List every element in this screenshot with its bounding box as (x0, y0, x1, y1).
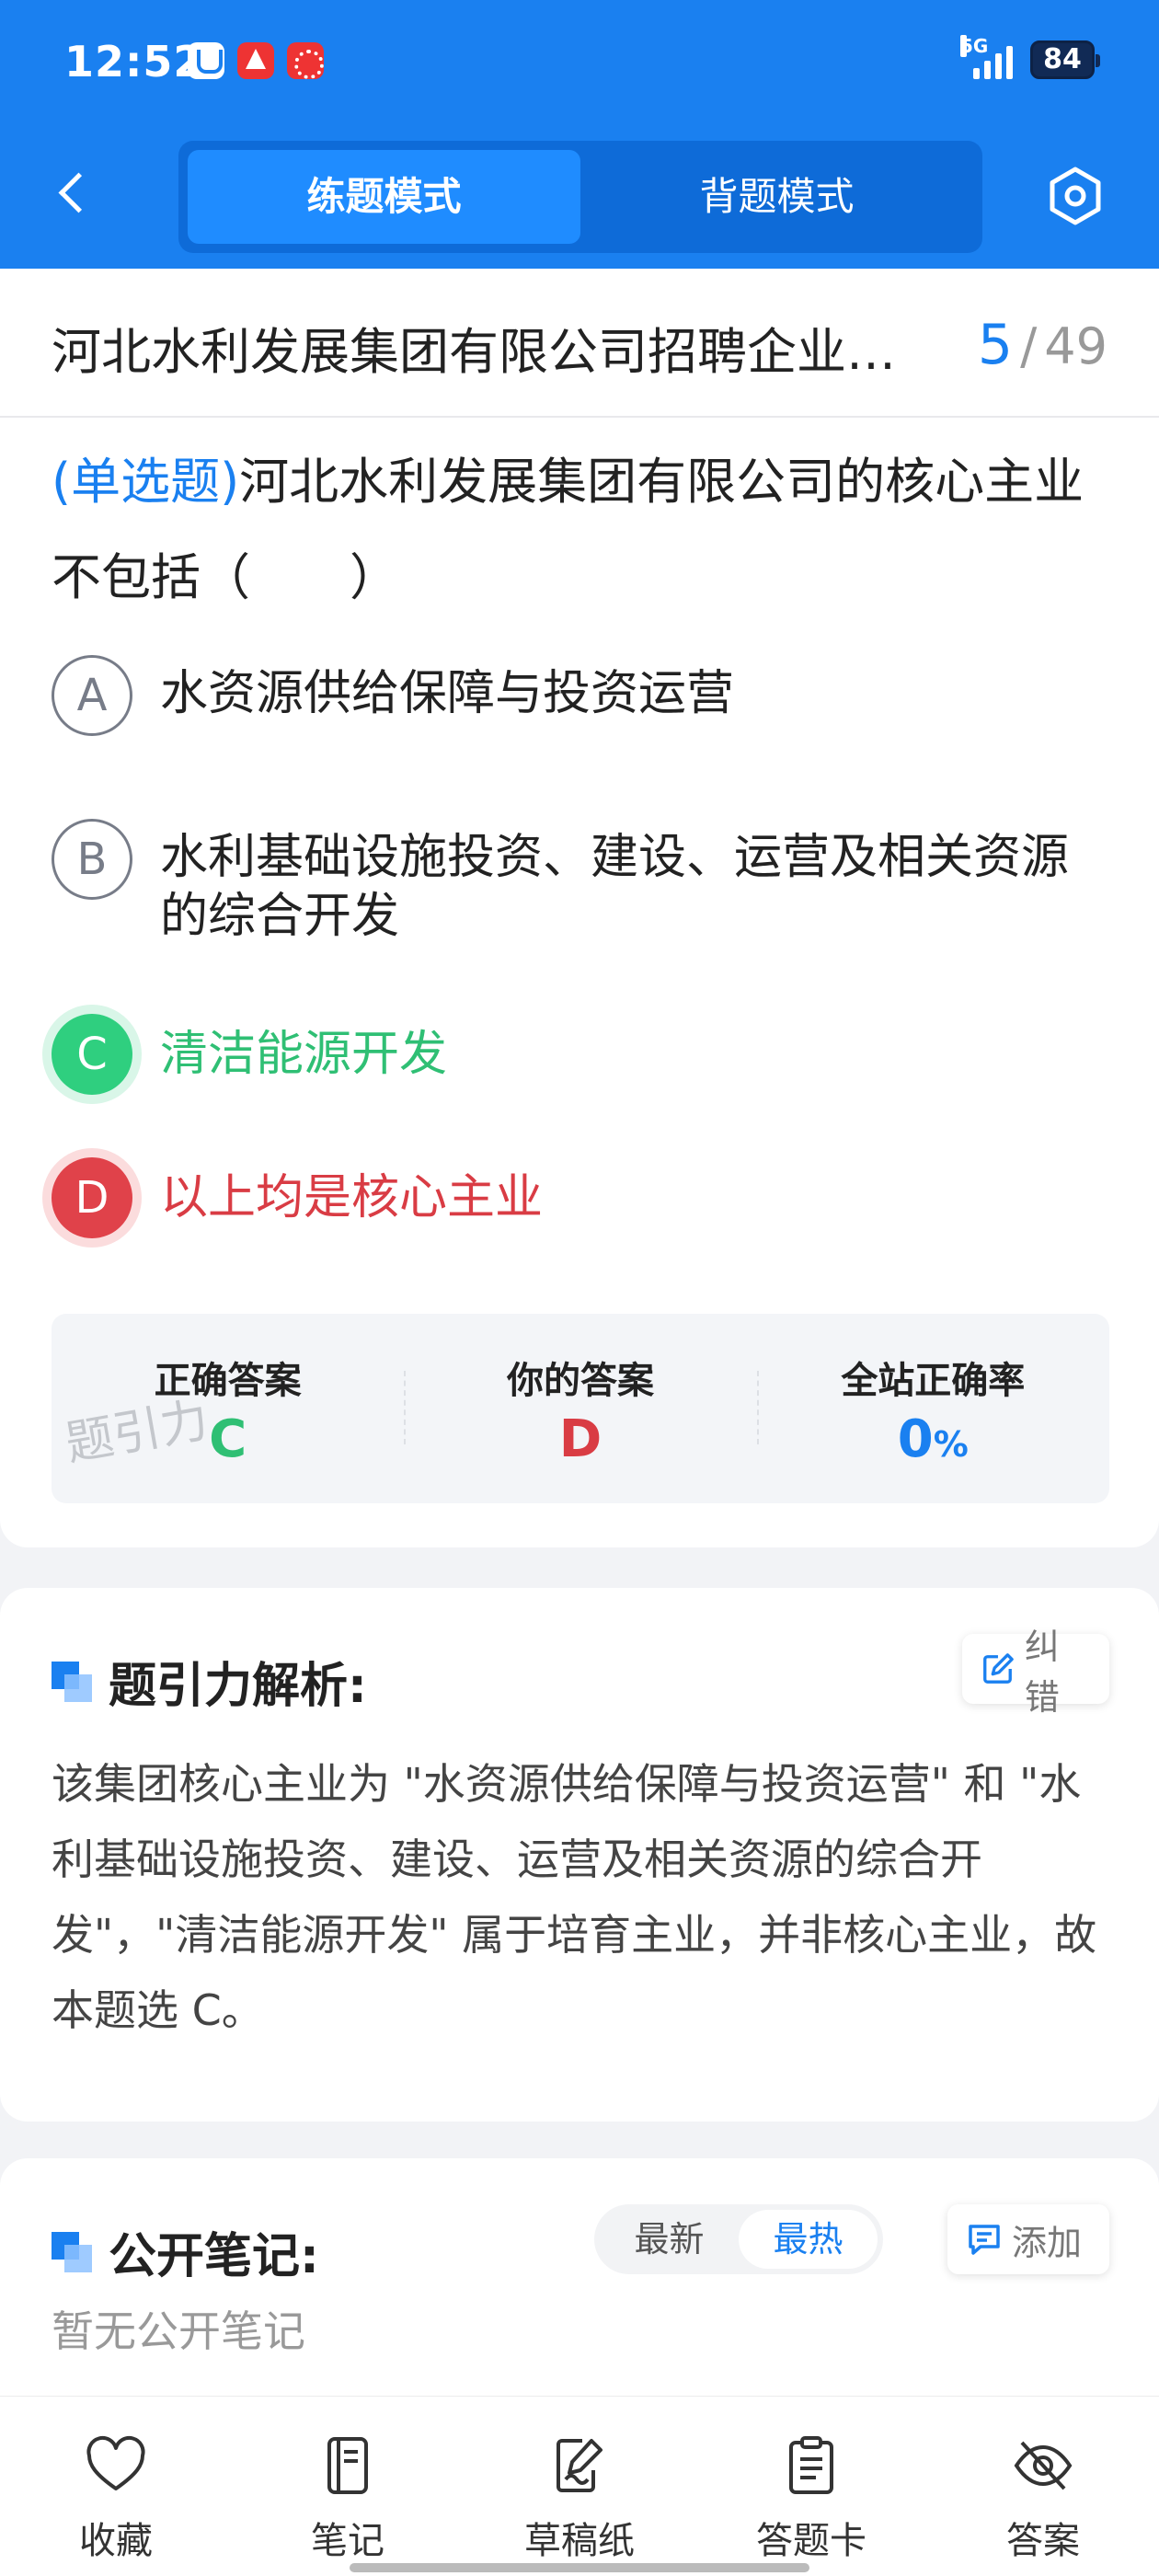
show-answer-label: 答案 (1006, 2520, 1080, 2562)
report-error-button[interactable]: 纠错 (962, 1627, 1109, 1718)
accuracy-rate-stat: 全站正确率 0% (756, 1314, 1109, 1503)
draft-icon (557, 2439, 602, 2492)
network-label: 5G (960, 35, 989, 57)
eye-off-icon (1014, 2441, 1073, 2490)
analysis-card: 题引力解析: 纠错 该集团核心主业为 "水资源供给保障与投资运营" 和 "水利基… (0, 1588, 1159, 2122)
correct-answer-label: 正确答案 (154, 1360, 302, 1402)
status-time: 12:52 (64, 37, 204, 86)
paper-header: 河北水利发展集团有限公司招聘企业… 5/49 (0, 269, 1159, 418)
add-note-button[interactable]: 添加 (947, 2204, 1109, 2274)
option-c[interactable]: C 清洁能源开发 (52, 1014, 1109, 1095)
notes-button[interactable]: 笔记 (232, 2397, 464, 2576)
paper-title[interactable]: 河北水利发展集团有限公司招聘企业… (52, 311, 962, 384)
bottom-action-bar: 收藏 笔记 草稿纸 答题卡 答案 (0, 2396, 1159, 2576)
signal-icon: 5G (960, 35, 1016, 79)
gear-icon (1050, 167, 1101, 225)
option-a[interactable]: A 水资源供给保障与投资运营 (52, 655, 1109, 736)
your-answer-label: 你的答案 (506, 1360, 654, 1402)
app-notification-icon (188, 42, 224, 79)
notebook-icon (327, 2437, 368, 2494)
heart-icon (86, 2435, 145, 2490)
accuracy-rate-number: 0 (897, 1409, 934, 1469)
answer-result-panel: 正确答案 C 你的答案 D 全站正确率 0% (52, 1314, 1109, 1503)
top-bar: 12:52 5G 84 练题模式 背题模式 (0, 0, 1159, 269)
question-stem: (单选题)河北水利发展集团有限公司的核心主业不包括（ ） (52, 434, 1109, 626)
back-button[interactable] (46, 160, 101, 234)
option-text: 清洁能源开发 (160, 1027, 448, 1082)
option-text: 水利基础设施投资、建设、运营及相关资源的综合开发 (160, 830, 1070, 944)
sort-hottest-tab[interactable]: 最热 (739, 2210, 878, 2269)
home-indicator[interactable] (350, 2563, 809, 2572)
current-question-number: 5 (977, 313, 1014, 377)
draft-paper-label: 草稿纸 (524, 2520, 635, 2562)
analysis-title: 题引力解析: (52, 1647, 367, 1716)
clipboard-icon (789, 2436, 833, 2494)
option-letter: B (52, 819, 132, 900)
sort-newest-tab[interactable]: 最新 (600, 2210, 739, 2269)
show-answer-button[interactable]: 答案 (927, 2397, 1159, 2576)
question-card: 河北水利发展集团有限公司招聘企业… 5/49 (单选题)河北水利发展集团有限公司… (0, 269, 1159, 1547)
app-notification-icon (237, 42, 274, 79)
report-error-label: 纠错 (1024, 1627, 1060, 1718)
comment-add-icon (969, 2225, 1000, 2255)
settings-button[interactable] (1043, 164, 1107, 228)
option-text: 以上均是核心主业 (160, 1170, 544, 1225)
option-letter: D (52, 1157, 132, 1238)
answer-sheet-label: 答题卡 (756, 2520, 866, 2562)
question-counter[interactable]: 5/49 (978, 313, 1107, 377)
accuracy-rate-value: 0% (757, 1409, 1109, 1469)
edit-icon (983, 1653, 1014, 1684)
add-note-label: 添加 (1012, 2222, 1083, 2263)
notes-title-text: 公开笔记: (109, 2229, 319, 2284)
favorite-button[interactable]: 收藏 (0, 2397, 232, 2576)
your-answer-value: D (558, 1409, 602, 1469)
app-notification-icon (287, 42, 324, 79)
counter-separator: / (1020, 317, 1038, 375)
analysis-text: 该集团核心主业为 "水资源供给保障与投资运营" 和 "水利基础设施投资、建设、运… (52, 1759, 1097, 2035)
option-text: 水资源供给保障与投资运营 (160, 666, 735, 721)
mode-switch: 练题模式 背题模式 (178, 141, 982, 253)
battery-icon: 84 (1030, 40, 1100, 79)
total-question-count: 49 (1044, 317, 1107, 375)
status-indicators: 5G 84 (960, 35, 1100, 79)
notes-sort-toggle: 最新 最热 (594, 2204, 883, 2274)
answer-sheet-button[interactable]: 答题卡 (695, 2397, 927, 2576)
option-b[interactable]: B 水利基础设施投资、建设、运营及相关资源的综合开发 (52, 819, 1109, 946)
status-app-icons (188, 42, 324, 79)
option-letter: A (52, 655, 132, 736)
analysis-title-text: 题引力解析: (109, 1659, 367, 1714)
your-answer-stat: 你的答案 D (404, 1314, 756, 1503)
accuracy-rate-unit: % (933, 1424, 969, 1465)
notes-title: 公开笔记: (52, 2217, 319, 2286)
option-d[interactable]: D 以上均是核心主业 (52, 1157, 1109, 1238)
tab-memorize-mode[interactable]: 背题模式 (580, 150, 973, 244)
section-marker-icon (52, 1661, 92, 1702)
notes-label: 笔记 (311, 2520, 384, 2562)
option-letter: C (52, 1014, 132, 1095)
section-marker-icon (52, 2231, 92, 2272)
favorite-label: 收藏 (79, 2520, 153, 2562)
question-type: (单选题) (52, 453, 240, 511)
draft-paper-button[interactable]: 草稿纸 (464, 2397, 695, 2576)
accuracy-rate-label: 全站正确率 (841, 1360, 1026, 1402)
tab-practice-mode[interactable]: 练题模式 (188, 150, 580, 244)
notes-empty-state: 暂无公开笔记 (52, 2306, 305, 2356)
